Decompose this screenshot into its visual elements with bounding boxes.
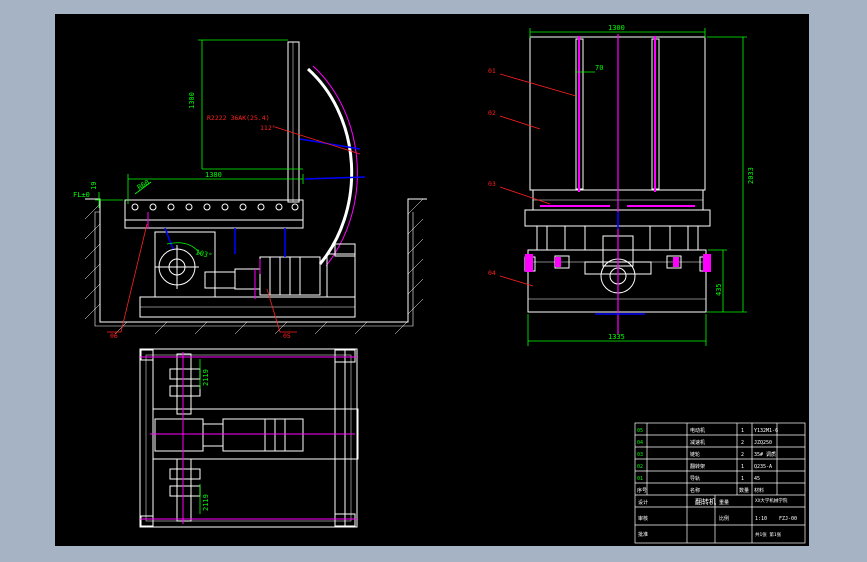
approved-by: 批准	[638, 531, 648, 538]
dim-height-total: 2033	[747, 167, 755, 184]
drawing-canvas[interactable]: 1300 1380 FL±0 19 R60 103° R2222 36AK(25…	[55, 14, 809, 546]
part-mat-header: 材料	[754, 487, 764, 494]
part-qty-1: 2	[741, 440, 744, 446]
pit-hatch	[84, 198, 424, 335]
part-name-0: 电动机	[690, 427, 705, 434]
sheet-info: 共1张 第1张	[755, 531, 782, 538]
dim-bar-width: 70	[595, 64, 603, 72]
plan-reducer	[154, 418, 204, 452]
part-mat-1: JZQ250	[754, 440, 772, 446]
part-name-4: 导轨	[690, 475, 700, 482]
drawing-title: 翻转机	[695, 497, 716, 506]
callout-05: 05	[283, 332, 291, 340]
part-qty-4: 1	[741, 476, 744, 482]
part-mat-3: Q235-A	[754, 464, 772, 470]
plan-view	[139, 348, 359, 528]
ratio-label: 比例	[719, 515, 729, 522]
part-name-1: 减速机	[690, 439, 705, 446]
side-annotation-text: R2222 36AK(25.4) 112° 06 05	[110, 114, 291, 340]
side-dim-text: 1300 1380 FL±0 19 R60 103°	[73, 92, 222, 260]
part-qty-header: 数量	[739, 487, 749, 494]
checked-by: 审核	[638, 515, 648, 522]
dim-length-1380: 1380	[205, 171, 222, 179]
plan-centerlines	[140, 352, 357, 524]
cad-viewer: 1300 1380 FL±0 19 R60 103° R2222 36AK(25…	[0, 0, 867, 562]
part-name-3: 翻转架	[690, 463, 705, 470]
part-no-1: 04	[637, 440, 643, 446]
part-mat-2: 35# 调质	[754, 451, 776, 458]
part-qty-3: 1	[741, 464, 744, 470]
vertical-frame	[287, 41, 300, 203]
plan-frame	[139, 348, 358, 528]
front-annotation-text: 01 02 03 04	[488, 67, 496, 277]
part-no-2: 03	[637, 452, 643, 458]
small-dim: R60	[136, 178, 151, 191]
rollers	[131, 203, 299, 211]
dim-height-lower: 435	[715, 283, 723, 296]
level-label: FL±0	[73, 191, 90, 199]
callout-03: 03	[488, 180, 496, 188]
part-name-header: 名称	[690, 487, 700, 494]
front-centerlines	[525, 34, 711, 334]
part-name-2: 链轮	[690, 451, 700, 458]
drawing-number: FZJ-00	[779, 516, 797, 522]
plan-motor	[222, 418, 304, 452]
part-mat-0: Y132M1-6	[754, 428, 778, 434]
angle-value: 112°	[260, 124, 276, 132]
roller-angle: 103°	[194, 248, 212, 260]
dim-width-bottom: 1335	[608, 333, 625, 341]
scale-value: 1:10	[755, 516, 767, 522]
side-dimensions	[95, 39, 304, 255]
plan-dim-top: 2119	[202, 369, 210, 386]
parts-list: 05 电动机 1 Y132M1-6 04 减速机 2 JZQ250 03 链轮 …	[637, 427, 778, 494]
part-no-header: 序号	[637, 487, 647, 494]
drawn-by: 设计	[638, 499, 648, 506]
part-no-4: 01	[637, 476, 643, 482]
part-no-0: 05	[637, 428, 643, 434]
callout-06: 06	[110, 332, 118, 340]
plan-dim-bottom: 2119	[202, 494, 210, 511]
part-qty-0: 1	[741, 428, 744, 434]
front-dimensions	[527, 28, 747, 346]
part-qty-2: 2	[741, 452, 744, 458]
side-view	[84, 41, 427, 335]
front-annotations	[499, 73, 577, 287]
title-block-text: 设计 审核 批准 翻转机 重量 比例 1:10 XX大学机械学院 FZJ-00 …	[638, 497, 797, 538]
part-no-3: 02	[637, 464, 643, 470]
callout-02: 02	[488, 109, 496, 117]
side-annotations	[107, 126, 361, 333]
school-name: XX大学机械学院	[755, 497, 788, 504]
weight-label: 重量	[719, 499, 729, 506]
pit-outline	[85, 198, 427, 323]
level-dim: 19	[90, 182, 98, 190]
drawing-svg: 1300 1380 FL±0 19 R60 103° R2222 36AK(25…	[73, 24, 806, 544]
callout-01: 01	[488, 67, 496, 75]
callout-04: 04	[488, 269, 496, 277]
dim-height-1300: 1300	[188, 92, 196, 109]
part-mat-4: 45	[754, 476, 760, 482]
angle-label: R2222 36AK(25.4)	[207, 114, 270, 122]
title-block	[634, 422, 806, 544]
dim-width-top: 1300	[608, 24, 625, 32]
